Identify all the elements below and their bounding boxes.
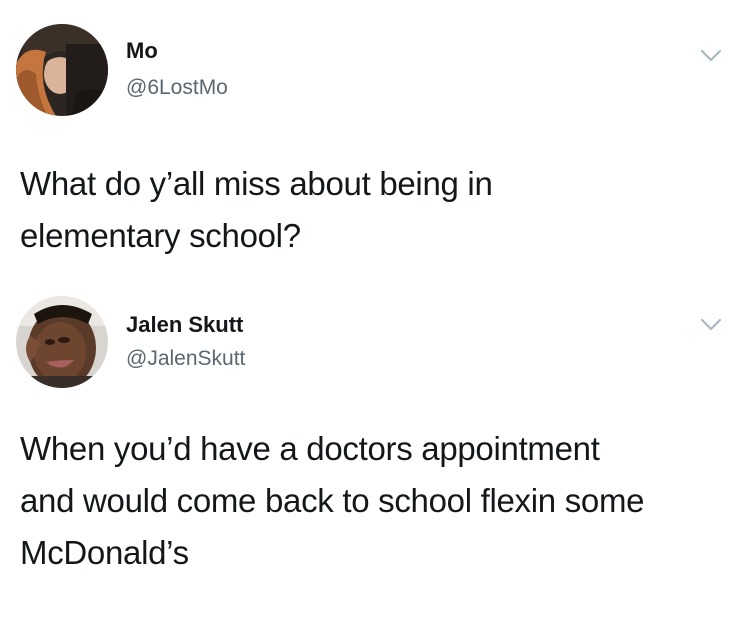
avatar[interactable] <box>16 24 108 116</box>
chevron-down-icon[interactable] <box>700 317 722 333</box>
tweet-text-line: When you’d have a doctors appointment <box>20 430 600 467</box>
author-name[interactable]: Jalen Skutt <box>126 312 243 338</box>
avatar-image <box>16 24 108 116</box>
author-name[interactable]: Mo <box>126 38 158 64</box>
tweet-card: Mo @6LostMo What do y’all miss about bei… <box>0 0 750 285</box>
tweet-text-line: What do y’all miss about being in <box>20 165 493 202</box>
chevron-down-icon[interactable] <box>700 48 722 64</box>
tweet-text-line: and would come back to school flexin som… <box>20 482 645 519</box>
avatar-image <box>16 296 108 388</box>
tweet-text-line: elementary school? <box>20 217 301 254</box>
tweet-text-line: McDonald’s <box>20 534 189 571</box>
author-handle[interactable]: @6LostMo <box>126 76 228 100</box>
avatar[interactable] <box>16 296 108 388</box>
author-handle[interactable]: @JalenSkutt <box>126 347 245 371</box>
tweet-text: When you’d have a doctors appointment an… <box>20 423 730 579</box>
tweet-card: Jalen Skutt @JalenSkutt When you’d have … <box>0 285 750 631</box>
tweet-text: What do y’all miss about being in elemen… <box>20 158 730 262</box>
